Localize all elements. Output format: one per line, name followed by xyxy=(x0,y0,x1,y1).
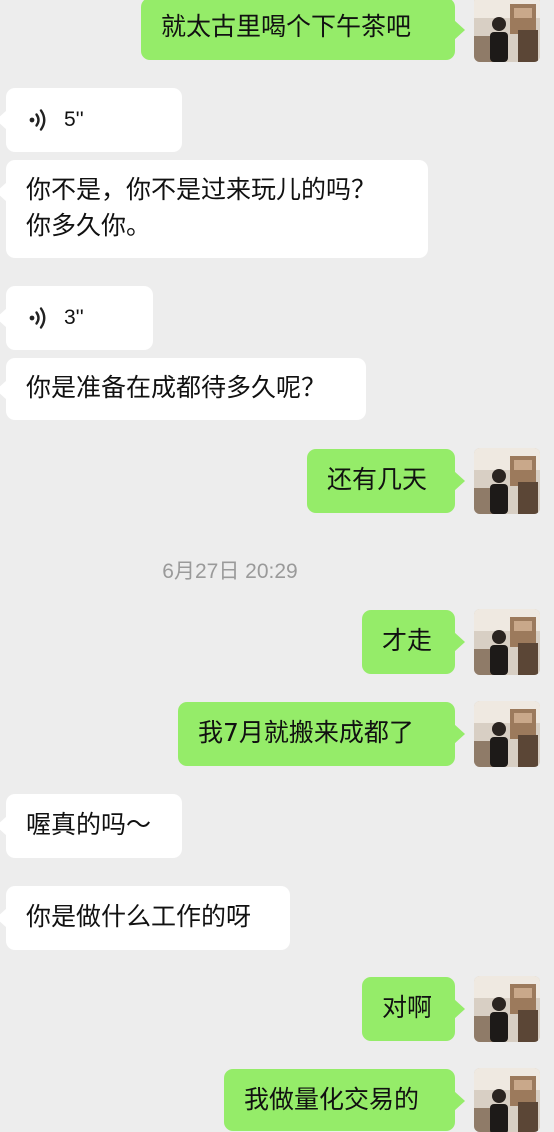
incoming-message-bubble[interactable]: 你不是，你不是过来玩儿的吗？ 你多久你。 xyxy=(0,160,428,258)
message-text: 你是做什么工作的呀 xyxy=(26,902,252,931)
avatar-image xyxy=(474,1068,540,1132)
message-text: 才走 xyxy=(382,626,433,655)
avatar-image xyxy=(474,976,540,1042)
outgoing-message-bubble[interactable]: 才走 xyxy=(362,610,465,674)
voice-duration: 5'' xyxy=(64,108,84,131)
incoming-message-bubble[interactable]: 你是准备在成都待多久呢？ xyxy=(0,358,366,420)
outgoing-message-bubble[interactable]: 我做量化交易的 xyxy=(224,1069,465,1131)
outgoing-message-bubble[interactable]: 还有几天 xyxy=(307,449,465,513)
incoming-message-bubble[interactable]: 你是做什么工作的呀 xyxy=(0,886,290,950)
message-timestamp: 6月27日 20:29 xyxy=(162,560,298,583)
message-text: 我做量化交易的 xyxy=(244,1085,420,1114)
voice-wave-icon xyxy=(29,307,46,329)
avatar-image xyxy=(474,448,540,514)
voice-wave-icon xyxy=(29,109,46,131)
outgoing-message-bubble[interactable]: 对啊 xyxy=(362,977,465,1041)
incoming-voice-message[interactable]: 3'' xyxy=(0,286,153,350)
message-text-line-2: 你多久你。 xyxy=(26,211,152,240)
message-text: 我7月就搬来成都了 xyxy=(198,718,414,747)
outgoing-message-bubble[interactable]: 就太古里喝个下午茶吧 xyxy=(141,0,465,60)
message-text: 对啊 xyxy=(382,993,433,1022)
user-avatar[interactable] xyxy=(474,1068,540,1132)
message-text: 喔真的吗～ xyxy=(26,810,152,839)
message-text: 就太古里喝个下午茶吧 xyxy=(161,12,412,41)
user-avatar[interactable] xyxy=(474,976,540,1042)
avatar-image xyxy=(474,0,540,62)
avatar-image xyxy=(474,609,540,675)
message-text-line-1: 你不是，你不是过来玩儿的吗？ xyxy=(26,175,377,204)
user-avatar[interactable] xyxy=(474,701,540,767)
user-avatar[interactable] xyxy=(474,448,540,514)
incoming-voice-message[interactable]: 5'' xyxy=(0,88,182,152)
message-text: 还有几天 xyxy=(327,465,428,494)
voice-duration: 3'' xyxy=(64,306,84,329)
message-text: 你是准备在成都待多久呢？ xyxy=(26,373,327,402)
user-avatar[interactable] xyxy=(474,0,540,62)
outgoing-message-bubble[interactable]: 我7月就搬来成都了 xyxy=(178,702,465,766)
avatar-image xyxy=(474,701,540,767)
user-avatar[interactable] xyxy=(474,609,540,675)
incoming-message-bubble[interactable]: 喔真的吗～ xyxy=(0,794,182,858)
